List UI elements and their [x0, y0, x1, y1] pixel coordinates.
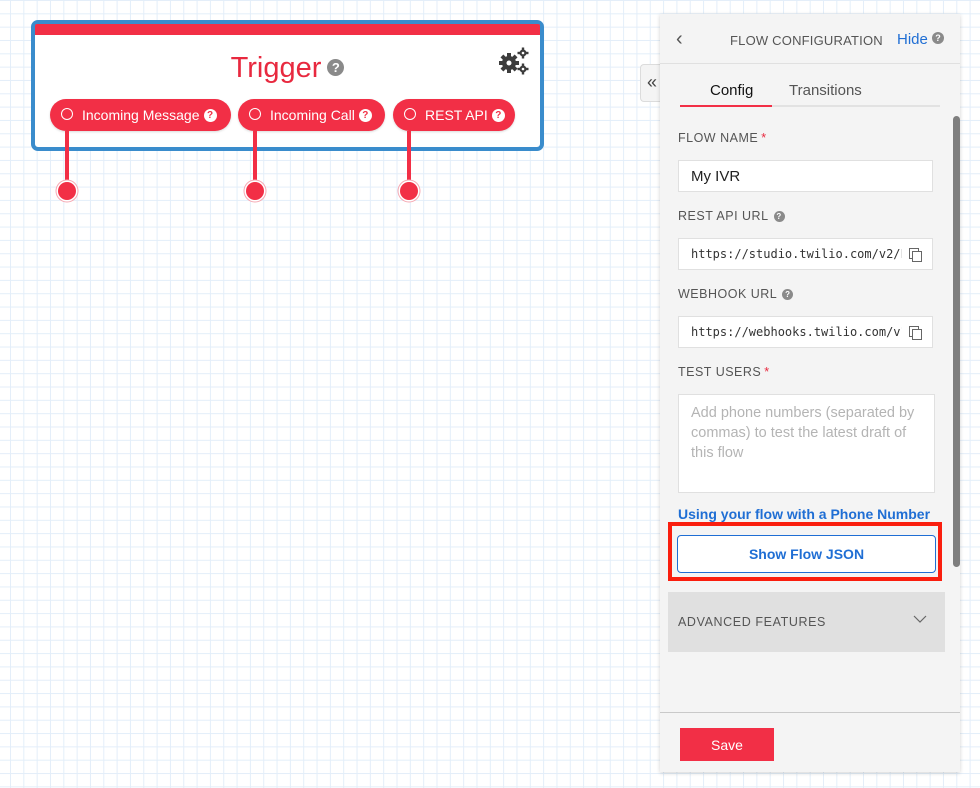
- test-users-label: TEST USERS *: [678, 365, 770, 379]
- question-circle-icon[interactable]: ?: [782, 289, 794, 300]
- annotation-highlight-box: [668, 522, 942, 581]
- gears-icon[interactable]: [498, 46, 530, 76]
- webhook-url-label-text: WEBHOOK URL: [678, 287, 778, 301]
- tab-config[interactable]: Config: [710, 82, 753, 99]
- trigger-output-incoming-call[interactable]: Incoming Call?: [238, 99, 385, 131]
- radio-ring-icon: [61, 108, 73, 121]
- trigger-widget[interactable]: Trigger?: [31, 20, 544, 151]
- connection-handle[interactable]: [400, 182, 418, 200]
- trigger-header-band: [35, 24, 540, 35]
- trigger-output-incoming-message[interactable]: Incoming Message?: [50, 99, 231, 131]
- double-chevron-left-icon: «: [646, 72, 657, 92]
- tab-transitions[interactable]: Transitions: [789, 82, 862, 99]
- radio-ring-icon: [404, 108, 416, 121]
- advanced-features-label: ADVANCED FEATURES: [678, 615, 826, 629]
- rest-api-url-label: REST API URL?: [678, 209, 785, 223]
- chevron-down-icon: [913, 615, 927, 623]
- footer-divider: [660, 712, 960, 713]
- connector-line: [253, 131, 257, 184]
- connection-handle[interactable]: [58, 182, 76, 200]
- rest-api-url-label-text: REST API URL: [678, 209, 769, 223]
- flow-name-field[interactable]: [678, 160, 933, 192]
- active-tab-indicator: [680, 105, 772, 107]
- webhook-url-label: WEBHOOK URL?: [678, 287, 794, 301]
- copy-icon[interactable]: [909, 248, 923, 262]
- connector-line: [65, 131, 69, 184]
- panel-tabs: Config Transitions: [680, 80, 940, 107]
- flow-name-label: FLOW NAME *: [678, 131, 767, 145]
- output-label: Incoming Call: [270, 107, 355, 123]
- test-users-field[interactable]: [678, 394, 935, 493]
- trigger-output-rest-api[interactable]: REST API?: [393, 99, 515, 131]
- advanced-features-accordion[interactable]: ADVANCED FEATURES: [668, 592, 945, 652]
- webhook-url-input[interactable]: [679, 317, 932, 347]
- output-label: REST API: [425, 107, 488, 123]
- trigger-title-text: Trigger: [230, 52, 322, 84]
- flow-name-input[interactable]: [679, 161, 932, 191]
- panel-title: FLOW CONFIGURATION: [730, 33, 883, 48]
- question-circle-icon[interactable]: ?: [203, 108, 217, 122]
- panel-header: ‹ FLOW CONFIGURATION Hide ?: [660, 14, 960, 64]
- copy-icon[interactable]: [909, 326, 923, 340]
- radio-ring-icon: [249, 108, 261, 121]
- required-asterisk: *: [761, 131, 767, 145]
- connection-handle[interactable]: [246, 182, 264, 200]
- test-users-input[interactable]: [679, 395, 934, 492]
- flow-configuration-panel: ‹ FLOW CONFIGURATION Hide ? Config Trans…: [660, 14, 960, 772]
- connector-line: [407, 131, 411, 184]
- question-circle-icon[interactable]: ?: [327, 58, 345, 76]
- question-circle-icon[interactable]: ?: [491, 108, 505, 122]
- save-button[interactable]: Save: [680, 728, 774, 761]
- panel-scrollbar[interactable]: [953, 116, 960, 567]
- test-users-label-text: TEST USERS: [678, 365, 762, 379]
- flow-name-label-text: FLOW NAME: [678, 131, 759, 145]
- question-circle-icon[interactable]: ?: [773, 211, 785, 222]
- required-asterisk: *: [764, 365, 770, 379]
- hide-link[interactable]: Hide: [897, 31, 928, 48]
- question-circle-icon[interactable]: ?: [932, 32, 944, 44]
- question-circle-icon[interactable]: ?: [358, 108, 372, 122]
- output-label: Incoming Message: [82, 107, 200, 123]
- phone-number-help-link[interactable]: Using your flow with a Phone Number: [678, 506, 930, 522]
- rest-api-url-field[interactable]: [678, 238, 933, 270]
- rest-api-url-input[interactable]: [679, 239, 932, 269]
- trigger-title: Trigger?: [35, 50, 540, 86]
- chevron-left-icon[interactable]: ‹: [676, 28, 683, 51]
- webhook-url-field[interactable]: [678, 316, 933, 348]
